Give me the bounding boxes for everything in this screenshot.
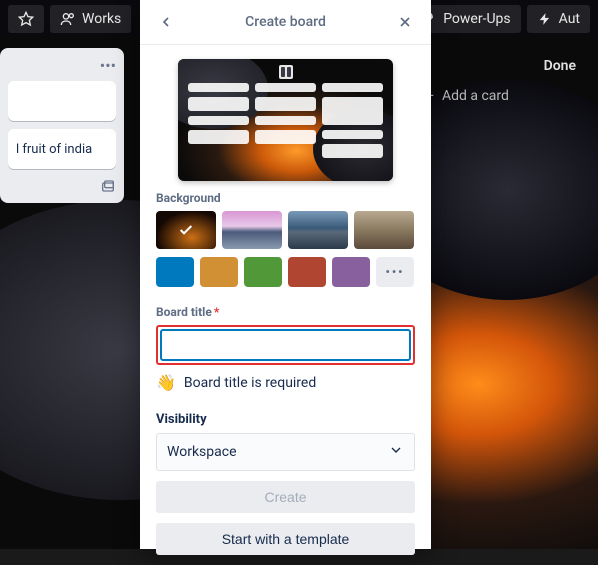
bg-image-4[interactable]	[354, 211, 414, 249]
ellipsis-icon: •••	[100, 56, 116, 75]
background-label: Background	[156, 191, 415, 205]
add-card-label: Add a card	[442, 88, 509, 104]
workspaces-button[interactable]: Works	[50, 5, 131, 33]
star-button[interactable]	[8, 5, 44, 33]
workspaces-label: Works	[82, 11, 121, 27]
list-column: ••• l fruit of india	[0, 48, 124, 203]
hint-text: Board title is required	[184, 375, 316, 391]
wave-icon: 👋	[156, 373, 176, 392]
required-asterisk: *	[214, 305, 219, 319]
bg-image-2[interactable]	[222, 211, 282, 249]
dialog-header: Create board	[140, 0, 431, 45]
title-label: Board title*	[156, 305, 415, 319]
title-field-highlight	[156, 325, 415, 365]
list-menu[interactable]: •••	[8, 56, 116, 81]
create-board-dialog: Create board Background •••	[140, 0, 431, 549]
bg-color-2[interactable]	[200, 257, 238, 287]
visibility-value: Workspace	[167, 444, 237, 460]
done-column: Done + Add a card	[416, 52, 586, 112]
board-preview	[178, 59, 393, 181]
visibility-select[interactable]: Workspace	[156, 433, 415, 471]
title-hint: 👋 Board title is required	[156, 373, 415, 402]
bolt-icon	[537, 11, 553, 27]
check-icon	[156, 211, 216, 249]
star-icon	[18, 11, 34, 27]
bg-color-4[interactable]	[288, 257, 326, 287]
preview-wrap	[140, 45, 431, 191]
visibility-label: Visibility	[156, 412, 415, 427]
close-button[interactable]	[393, 10, 417, 34]
powerups-label: Power-Ups	[443, 11, 510, 27]
bg-color-3[interactable]	[244, 257, 282, 287]
card-text: l fruit of india	[16, 142, 92, 157]
trello-icon	[279, 65, 293, 79]
automation-label: Aut	[559, 11, 580, 27]
done-title: Done	[416, 52, 586, 80]
list-item[interactable]: l fruit of india	[8, 129, 116, 169]
bg-image-3[interactable]	[288, 211, 348, 249]
bg-color-1[interactable]	[156, 257, 194, 287]
visibility-section: Visibility Workspace Create Start with a…	[140, 412, 431, 565]
people-icon	[60, 11, 76, 27]
dialog-title: Create board	[178, 14, 393, 30]
automation-button[interactable]: Aut	[527, 5, 590, 33]
template-button[interactable]: Start with a template	[156, 523, 415, 555]
bg-image-1[interactable]	[156, 211, 216, 249]
title-section: Board title* 👋 Board title is required	[140, 305, 431, 412]
back-button[interactable]	[154, 10, 178, 34]
background-section: Background •••	[140, 191, 431, 305]
list-item[interactable]	[8, 81, 116, 121]
chevron-down-icon	[388, 442, 404, 462]
board-title-input[interactable]	[160, 329, 411, 361]
add-card-button[interactable]: + Add a card	[416, 80, 586, 112]
card-template-icon[interactable]	[8, 177, 116, 195]
create-button[interactable]: Create	[156, 481, 415, 513]
bg-more-button[interactable]: •••	[376, 257, 414, 287]
bg-color-5[interactable]	[332, 257, 370, 287]
